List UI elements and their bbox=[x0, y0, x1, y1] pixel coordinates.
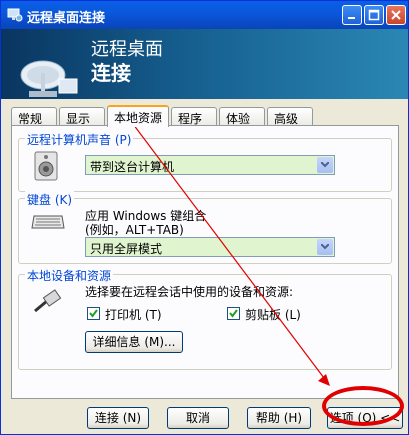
help-button[interactable]: 帮助 (H) bbox=[247, 407, 311, 429]
clipboard-checkbox[interactable] bbox=[227, 307, 240, 320]
printer-checkbox[interactable] bbox=[87, 307, 100, 320]
keyboard-icon bbox=[31, 215, 65, 229]
maximize-icon bbox=[368, 9, 380, 21]
tab-display[interactable]: 显示 bbox=[59, 107, 105, 126]
checkmark-icon bbox=[89, 309, 98, 318]
tab-local-resources[interactable]: 本地资源 bbox=[107, 105, 169, 127]
satellite-dish-logo bbox=[20, 60, 78, 97]
cancel-button[interactable]: 取消 bbox=[167, 407, 229, 429]
minimize-button[interactable] bbox=[342, 5, 362, 25]
connect-button-label: 连接 (N) bbox=[94, 411, 142, 425]
tab-programs[interactable]: 程序 bbox=[171, 107, 217, 126]
banner-title-line2: 连接 bbox=[91, 61, 131, 85]
tab-label: 显示 bbox=[66, 112, 91, 126]
tab-label: 本地资源 bbox=[114, 111, 163, 125]
close-button[interactable] bbox=[386, 5, 406, 25]
title-bar[interactable]: 远程桌面连接 bbox=[1, 1, 408, 29]
tab-label: 高级 bbox=[274, 112, 299, 126]
tab-label: 体验 bbox=[226, 112, 251, 126]
devices-description: 选择要在远程会话中使用的设备和资源: bbox=[85, 285, 294, 299]
window-title: 远程桌面连接 bbox=[27, 11, 106, 26]
remote-sound-value: 带到这台计算机 bbox=[90, 160, 175, 174]
tab-experience[interactable]: 体验 bbox=[219, 107, 265, 126]
keyboard-legend: 键盘 (K) bbox=[25, 191, 75, 208]
chevron-down-icon bbox=[321, 162, 329, 168]
tab-general[interactable]: 常规 bbox=[11, 107, 57, 126]
local-resources-panel: 远程计算机声音 (P) 带到这台计算机 键盘 (K) 应用 Windows 键组… bbox=[11, 125, 399, 399]
minimize-icon bbox=[348, 17, 355, 19]
remote-sound-select[interactable]: 带到这台计算机 bbox=[85, 155, 335, 175]
clipboard-label[interactable]: 剪贴板 (L) bbox=[245, 306, 301, 323]
printer-label[interactable]: 打印机 (T) bbox=[105, 306, 162, 323]
chevron-down-icon bbox=[321, 244, 329, 250]
tab-label: 程序 bbox=[178, 112, 203, 126]
local-devices-legend: 本地设备和资源 bbox=[25, 267, 114, 284]
dropdown-button[interactable] bbox=[317, 157, 333, 173]
help-button-label: 帮助 (H) bbox=[255, 411, 303, 425]
checkmark-icon bbox=[229, 309, 238, 318]
close-icon bbox=[391, 10, 401, 20]
remote-desktop-icon bbox=[7, 8, 23, 22]
keyboard-example: (例如，ALT+TAB) bbox=[85, 223, 184, 237]
header-banner bbox=[1, 29, 408, 99]
cancel-button-label: 取消 bbox=[185, 411, 210, 425]
details-button-label: 详细信息 (M)... bbox=[92, 335, 176, 349]
dropdown-button[interactable] bbox=[317, 239, 333, 255]
keyboard-value: 只用全屏模式 bbox=[90, 242, 163, 256]
local-devices-group: 本地设备和资源 选择要在远程会话中使用的设备和资源: 打印机 (T) 剪贴板 (… bbox=[18, 267, 392, 370]
usb-connector-icon bbox=[34, 289, 62, 313]
annotation-ellipse bbox=[322, 386, 404, 426]
tab-label: 常规 bbox=[18, 112, 43, 126]
remote-sound-legend: 远程计算机声音 (P) bbox=[25, 131, 134, 148]
connect-button[interactable]: 连接 (N) bbox=[87, 407, 149, 429]
maximize-button[interactable] bbox=[364, 5, 384, 25]
tab-advanced[interactable]: 高级 bbox=[267, 107, 313, 126]
remote-sound-group: 远程计算机声音 (P) 带到这台计算机 bbox=[18, 131, 392, 192]
details-button[interactable]: 详细信息 (M)... bbox=[85, 331, 183, 353]
keyboard-group: 键盘 (K) 应用 Windows 键组合 (例如，ALT+TAB) 只用全屏模… bbox=[18, 191, 392, 264]
speaker-icon bbox=[34, 151, 58, 181]
keyboard-select[interactable]: 只用全屏模式 bbox=[85, 237, 335, 257]
rdc-window: 远程桌面连接 远程桌面 连接 常规 显示 本地资源 程序 体验 高级 远程计算机… bbox=[0, 0, 409, 435]
